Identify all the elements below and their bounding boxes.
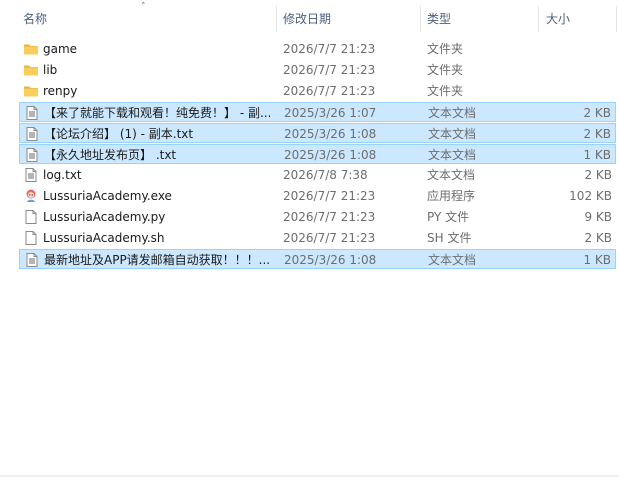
column-header-type[interactable]: 类型 [427,11,451,27]
file-date: 2026/7/8 7:38 [283,168,368,182]
file-date: 2025/3/26 1:07 [284,106,377,120]
column-divider[interactable] [538,6,539,32]
file-row[interactable]: game 2026/7/7 21:23 文件夹 [19,39,616,59]
column-header-date[interactable]: 修改日期 [283,11,331,27]
file-name: renpy [43,84,78,98]
file-date: 2026/7/7 21:23 [283,84,376,98]
file-name: game [43,42,78,56]
file-row[interactable]: lib 2026/7/7 21:23 文件夹 [19,60,616,80]
file-type: 文本文档 [428,127,477,141]
file-size: 2 KB [584,168,612,182]
file-size: 102 KB [569,189,612,203]
app-icon [23,188,39,204]
file-size [542,60,612,80]
column-header-bar: ˄ 名称 修改日期 类型 大小 [0,0,619,38]
file-date: 2026/7/7 21:23 [283,63,376,77]
file-type: 文件夹 [427,42,464,56]
file-type: 文本文档 [428,148,477,162]
file-row[interactable]: 【论坛介绍】 (1) - 副本.txt 2025/3/26 1:08 文本文档 2 K… [19,123,616,143]
file-name: log.txt [43,168,82,182]
file-type: 应用程序 [427,189,476,203]
file-name: LussuriaAcademy.py [43,210,166,224]
column-divider[interactable] [420,6,421,32]
file-row[interactable]: LussuriaAcademy.sh 2026/7/7 21:23 SH 文件 2 K… [19,228,616,248]
file-row[interactable]: 【永久地址发布页】 .txt 2025/3/26 1:08 文本文档 1 KB [19,144,616,164]
file-type: 文件夹 [427,84,464,98]
file-row[interactable]: log.txt 2026/7/8 7:38 文本文档 2 KB [19,165,616,185]
folder-icon [23,41,39,57]
sort-ascending-icon: ˄ [141,2,146,12]
file-date: 2025/3/26 1:08 [284,253,377,267]
file-date: 2026/7/7 21:23 [283,231,376,245]
file-date: 2025/3/26 1:08 [284,148,377,162]
file-name: LussuriaAcademy.sh [43,231,165,245]
file-row[interactable]: LussuriaAcademy.py 2026/7/7 21:23 PY 文件 9 K… [19,207,616,227]
file-size: 2 KB [584,231,612,245]
file-type: PY 文件 [427,210,470,224]
file-icon [23,230,39,246]
file-type: SH 文件 [427,231,472,245]
file-name: 【永久地址发布页】 .txt [44,148,177,162]
text-file-icon [24,147,40,163]
file-size: 2 KB [583,127,611,141]
file-name: LussuriaAcademy.exe [43,189,172,203]
folder-icon [23,83,39,99]
file-name: 最新地址及APP请发邮箱自动获取！！！... [44,253,270,267]
file-date: 2026/7/7 21:23 [283,189,376,203]
file-size: 2 KB [583,106,611,120]
file-type: 文本文档 [428,253,477,267]
file-size: 1 KB [583,253,611,267]
file-row[interactable]: LussuriaAcademy.exe 2026/7/7 21:23 应用程序 102… [19,186,616,206]
column-divider[interactable] [276,6,277,32]
file-icon [23,209,39,225]
file-type: 文本文档 [427,168,476,182]
file-size [542,81,612,101]
file-date: 2026/7/7 21:23 [283,210,376,224]
file-date: 2025/3/26 1:08 [284,127,377,141]
file-date: 2026/7/7 21:23 [283,42,376,56]
column-header-name[interactable]: 名称 [23,11,47,27]
text-file-icon [23,167,39,183]
file-name: 【来了就能下载和观看！纯免费！】 - 副... [44,106,270,120]
column-header-size[interactable]: 大小 [546,11,570,27]
file-type: 文件夹 [427,63,464,77]
file-row[interactable]: 【来了就能下载和观看！纯免费！】 - 副... 2025/3/26 1:07 文本文… [19,102,616,122]
file-type: 文本文档 [428,106,477,120]
column-divider[interactable] [616,6,617,32]
file-name: 【论坛介绍】 (1) - 副本.txt [44,127,194,141]
file-size: 9 KB [584,210,612,224]
text-file-icon [24,126,40,142]
file-row[interactable]: renpy 2026/7/7 21:23 文件夹 [19,81,616,101]
file-size [542,39,612,59]
file-size: 1 KB [583,148,611,162]
file-name: lib [43,63,58,77]
folder-icon [23,62,39,78]
text-file-icon [24,105,40,121]
file-row[interactable]: 最新地址及APP请发邮箱自动获取！！！... 2025/3/26 1:08 文本文档… [19,249,616,269]
text-file-icon [24,252,40,268]
